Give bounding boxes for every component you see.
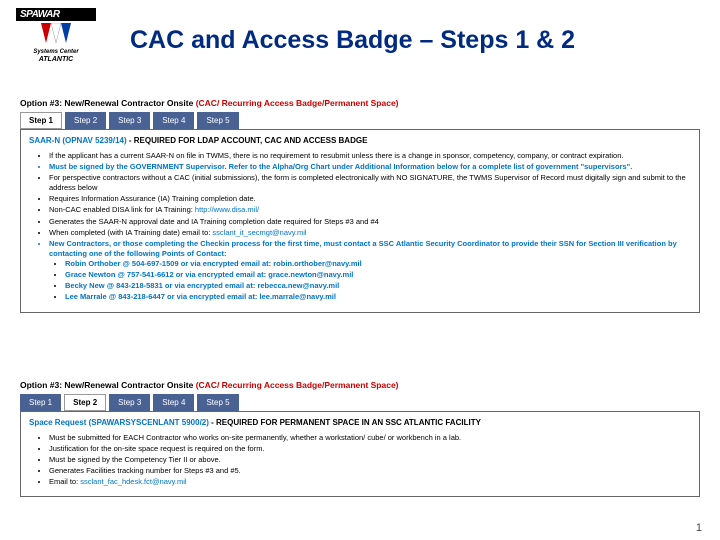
logo-text: Systems Center ATLANTIC (16, 49, 96, 63)
tabs-1: Step 1 Step 2 Step 3 Step 4 Step 5 (20, 112, 700, 129)
tab-step3[interactable]: Step 3 (109, 112, 150, 129)
tab-step2[interactable]: Step 2 (65, 112, 106, 129)
list-item: Email to: ssclant_fac_hdesk.fct@navy.mil (49, 477, 691, 487)
content-box-1: SAAR-N (OPNAV 5239/14) - REQUIRED FOR LD… (20, 129, 700, 313)
tab-step3[interactable]: Step 3 (109, 394, 150, 411)
list-item: New Contractors, or those completing the… (49, 239, 691, 303)
list-item: For perspective contractors without a CA… (49, 173, 691, 193)
logo-brand: SPAWAR (16, 8, 96, 21)
list-item: Generates the SAAR-N approval date and I… (49, 217, 691, 227)
email-secmgt[interactable]: ssclant_it_secmgt@navy.mil (212, 228, 306, 237)
email-marrale[interactable]: lee.marrale@navy.mil (260, 292, 336, 301)
logo: SPAWAR Systems Center ATLANTIC (16, 8, 96, 63)
email-new[interactable]: rebecca.new@navy.mil (257, 281, 339, 290)
section-step1: Option #3: New/Renewal Contractor Onsite… (20, 98, 700, 313)
tabs-2: Step 1 Step 2 Step 3 Step 4 Step 5 (20, 394, 700, 411)
section-step2: Option #3: New/Renewal Contractor Onsite… (20, 380, 700, 497)
page-title: CAC and Access Badge – Steps 1 & 2 (130, 26, 575, 55)
list-item: Justification for the on-site space requ… (49, 444, 691, 454)
tab-step1[interactable]: Step 1 (20, 112, 62, 129)
box1-title: SAAR-N (OPNAV 5239/14) - REQUIRED FOR LD… (29, 136, 691, 147)
tab-step5[interactable]: Step 5 (197, 112, 238, 129)
list-item: Must be signed by the Competency Tier II… (49, 455, 691, 465)
list-item: Must be submitted for EACH Contractor wh… (49, 433, 691, 443)
tab-step5[interactable]: Step 5 (197, 394, 238, 411)
option-line-1: Option #3: New/Renewal Contractor Onsite… (20, 98, 700, 108)
email-orthober[interactable]: robin.orthober@navy.mil (273, 259, 361, 268)
email-fac-hdesk[interactable]: ssclant_fac_hdesk.fct@navy.mil (80, 477, 186, 486)
page-number: 1 (696, 522, 702, 534)
list-item: Must be signed by the GOVERNMENT Supervi… (49, 162, 691, 172)
list-item: Non-CAC enabled DISA link for IA Trainin… (49, 205, 691, 215)
contact-item: Robin Orthober @ 504-697-1509 or via enc… (65, 259, 691, 269)
content-box-2: Space Request (SPAWARSYSCENLANT 5900/2) … (20, 411, 700, 497)
contact-item: Becky New @ 843-218-5831 or via encrypte… (65, 281, 691, 291)
email-newton[interactable]: grace.newton@navy.mil (268, 270, 353, 279)
disa-link[interactable]: http://www.disa.mil/ (195, 205, 259, 214)
contact-item: Grace Newton @ 757-541-6612 or via encry… (65, 270, 691, 280)
logo-icon (41, 23, 71, 47)
box2-title: Space Request (SPAWARSYSCENLANT 5900/2) … (29, 418, 691, 429)
tab-step4[interactable]: Step 4 (153, 112, 194, 129)
tab-step4[interactable]: Step 4 (153, 394, 194, 411)
list-item: If the applicant has a current SAAR-N on… (49, 151, 691, 161)
option-line-2: Option #3: New/Renewal Contractor Onsite… (20, 380, 700, 390)
tab-step1[interactable]: Step 1 (20, 394, 61, 411)
contact-item: Lee Marrale @ 843-218-6447 or via encryp… (65, 292, 691, 302)
list-item: Generates Facilities tracking number for… (49, 466, 691, 476)
list-item: When completed (with IA Training date) e… (49, 228, 691, 238)
tab-step2[interactable]: Step 2 (64, 394, 106, 411)
list-item: Requires Information Assurance (IA) Trai… (49, 194, 691, 204)
